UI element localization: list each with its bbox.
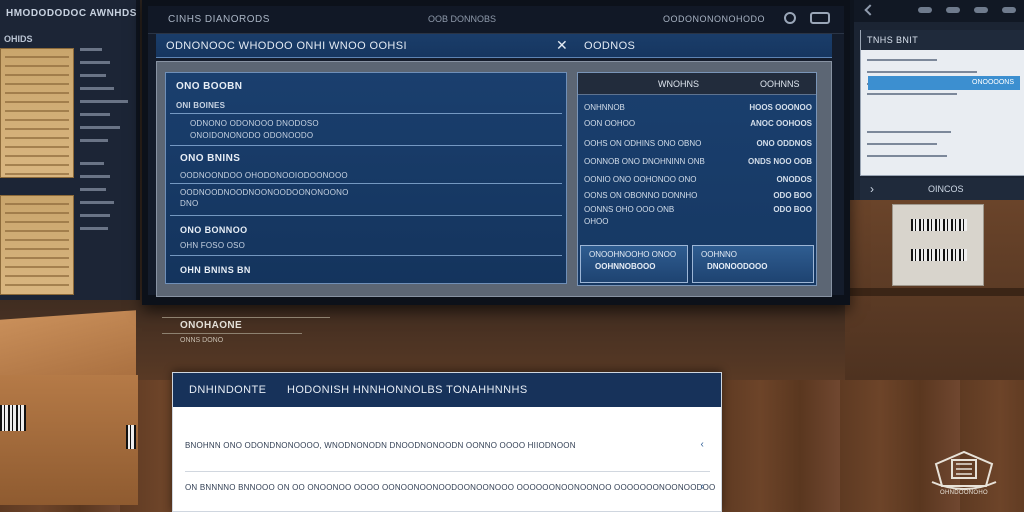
main-monitor: CINHS DIANORODS OOB DONNOBS OODONONONOHO…: [142, 0, 850, 305]
app-status: OOB DONNOBS: [428, 14, 497, 24]
window-toggle-icon[interactable]: [810, 12, 830, 24]
section-subheader: ONI BOINES: [176, 101, 226, 110]
shelf-label-box: [892, 204, 984, 286]
toolbar-icon[interactable]: [918, 7, 932, 13]
dialog-right-title: OODNOS: [584, 40, 636, 52]
left-monitor-title: HMODODODOC AWNHDS: [6, 8, 137, 19]
document-sheet: [0, 48, 74, 178]
divider: [170, 215, 562, 216]
selected-row[interactable]: ONOOOONS: [868, 76, 1020, 90]
close-icon[interactable]: ✕: [556, 37, 568, 54]
chevron-right-icon[interactable]: ›: [870, 182, 874, 196]
summary-row: OONNOB ONO DNOHNINN ONB ONDS NOO OOB: [584, 157, 812, 166]
refresh-icon[interactable]: [784, 12, 796, 24]
list-item[interactable]: ON BNNNNO BNNOOO ON OO ONOONOO OOOO OONO…: [185, 481, 715, 497]
detail-line: OODNOODNOODNOONOODOONONOONO: [180, 188, 349, 197]
divider: [162, 317, 330, 318]
right-background-monitor: TNHS BNIT ONOOOONS › OINCOS: [850, 0, 1024, 200]
tab-primary[interactable]: DNHINDONTE: [189, 384, 266, 396]
detail-line: ONOIDONONODO ODONOODO: [190, 131, 314, 140]
right-monitor-panel: TNHS BNIT: [860, 30, 1024, 176]
summary-row: OON OOHOO ANOC OOHOOS: [584, 119, 812, 128]
barcode-icon: [911, 219, 967, 231]
summary-pane: WNOHNS OOHNNS ONHNNOB HOOS OOONOO OON OOH…: [577, 72, 817, 286]
divider: [170, 113, 562, 114]
detail-line: OODNOONDOO OHODONOOIODOONOOO: [180, 171, 348, 180]
chevron-icon[interactable]: ‹: [700, 439, 704, 450]
tab-secondary[interactable]: HODONISH HNNHONNOLBS TONAHHNNHS: [287, 384, 528, 396]
dialog-body: ONO BOOBN ONI BOINES ODNONO ODONOOO DNOD…: [156, 61, 832, 297]
summary-row: OHOO: [584, 217, 609, 226]
toolbar-icon[interactable]: [974, 7, 988, 13]
summary-header: WNOHNS OOHNNS: [578, 73, 816, 95]
divider: [170, 183, 562, 184]
details-pane: ONO BOOBN ONI BOINES ODNONO ODONOOO DNOD…: [165, 72, 567, 284]
right-monitor-topbar: [854, 0, 1024, 22]
summary-header-right: OOHNNS: [760, 79, 800, 89]
note-subtitle: ONNS DONO: [180, 337, 224, 344]
footer-label: OINCOS: [928, 184, 964, 194]
text-line: [867, 143, 937, 145]
section-header[interactable]: ONO BOOBN: [176, 81, 242, 92]
app-topbar: CINHS DIANORODS OOB DONNOBS OODONONONOHO…: [148, 6, 844, 34]
divider: [162, 333, 302, 334]
detail-line: OHN FOSO OSO: [180, 241, 246, 250]
chevron-icon[interactable]: ‹: [700, 481, 704, 492]
text-line: [867, 131, 951, 133]
back-icon[interactable]: [864, 4, 876, 16]
info-card: DNHINDONTE HODONISH HNNHONNOLBS TONAHHNN…: [172, 372, 722, 512]
document-sheet: [0, 195, 74, 295]
section-header[interactable]: ONO BONNOO: [180, 225, 248, 235]
note-panel: ONOHAONE ONNS DONO: [162, 315, 330, 355]
text-line: [867, 71, 977, 73]
list-item[interactable]: BNOHNN ONO ODONDNONOOOO, WNODNONODN DNOO…: [185, 439, 710, 455]
barcode-icon: [126, 425, 136, 449]
text-line: [867, 59, 937, 61]
watermark-emblem: OHNDOONOHO: [930, 442, 998, 502]
emblem-caption: OHNDOONOHO: [940, 490, 988, 496]
box-front: [0, 375, 138, 505]
summary-header-left: WNOHNS: [658, 79, 699, 89]
card-header: DNHINDONTE HODONISH HNNHONNOLBS TONAHHNN…: [173, 373, 721, 407]
divider: [170, 145, 562, 146]
detail-line: ODNONO ODONOOO DNODOSO: [190, 119, 319, 128]
toolbar-icon[interactable]: [946, 7, 960, 13]
note-title: ONOHAONE: [180, 320, 243, 331]
barcode-icon: [0, 405, 26, 431]
shelf-divider: [845, 288, 1024, 296]
app-title: CINHS DIANORODS: [168, 14, 270, 25]
left-monitor-list: [80, 40, 130, 240]
dialog-header: ODNONOOC WHODOO ONHI WNOO OOHSI ✕ OODNOS: [156, 34, 832, 58]
right-panel-footer[interactable]: › OINCOS: [860, 178, 1024, 200]
summary-row: OOHS ON ODHINS ONO OBNO ONO ODDNOS: [584, 139, 812, 148]
dialog-title: ODNONOOC WHODOO ONHI WNOO OOHSI: [166, 40, 407, 52]
toolbar-icon[interactable]: [1002, 7, 1016, 13]
text-line: [867, 93, 957, 95]
right-panel-title: TNHS BNIT: [861, 30, 1024, 50]
divider: [185, 471, 710, 472]
text-line: [867, 155, 947, 157]
primary-action-button[interactable]: ONOOHNOOHO ONOO OOHNNOBOOO: [580, 245, 688, 283]
summary-row: OONIO ONO OOHONOO ONO ONODOS: [584, 175, 812, 184]
left-background-monitor: HMODODODOC AWNHDS OHIDS: [0, 0, 140, 300]
cardboard-box: [0, 310, 138, 505]
left-monitor-subtitle: OHIDS: [4, 34, 33, 44]
section-header[interactable]: OHN BNINS BN: [180, 265, 251, 275]
detail-line: DNO: [180, 199, 199, 208]
summary-row: OONS ON OBONNO DONNHO ODO BOO: [584, 191, 812, 200]
divider: [170, 255, 562, 256]
section-header[interactable]: ONO BNINS: [180, 153, 240, 164]
secondary-action-button[interactable]: OOHNNO DNONOODOOO: [692, 245, 814, 283]
summary-row: ONHNNOB HOOS OOONOO: [584, 103, 812, 112]
barcode-icon: [911, 249, 967, 261]
app-right-title: OODONONONOHODO: [663, 14, 766, 24]
